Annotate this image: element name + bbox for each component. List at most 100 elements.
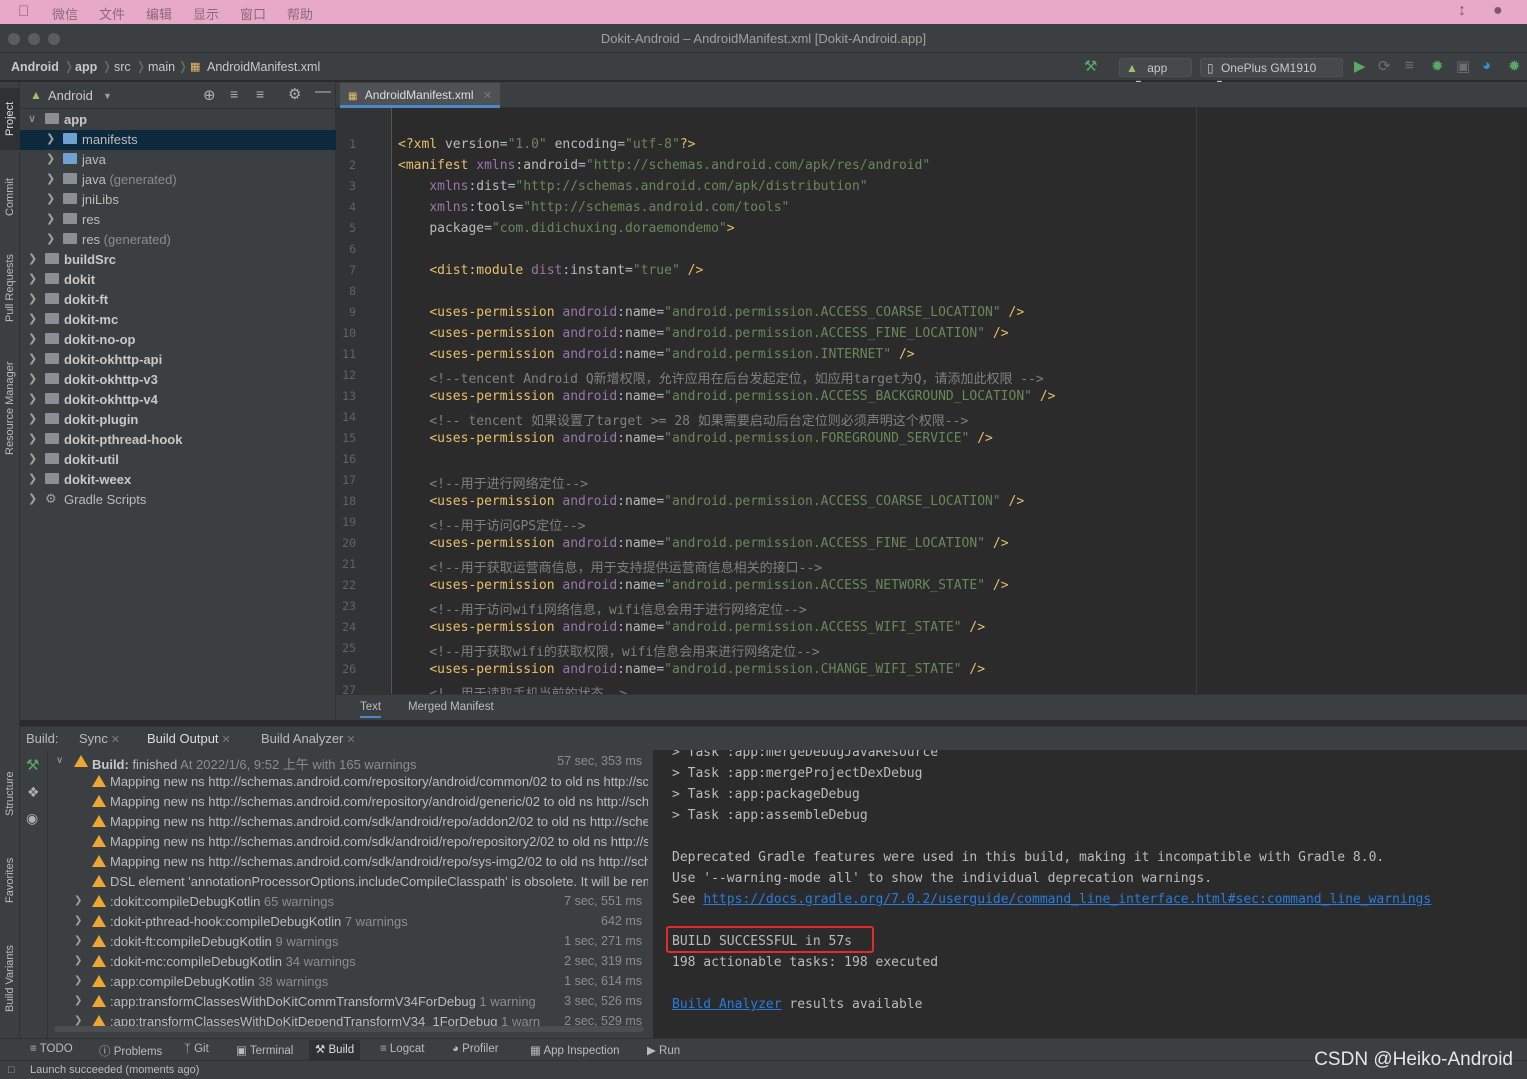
menu-file[interactable]: 文件: [99, 4, 125, 23]
chevron-right-icon[interactable]: ❯: [46, 152, 55, 165]
chevron-right-icon[interactable]: ❯: [74, 915, 82, 926]
chevron-right-icon[interactable]: ❯: [74, 955, 82, 966]
chevron-right-icon[interactable]: ❯: [28, 252, 37, 265]
build-warning-row[interactable]: DSL element 'annotationProcessorOptions.…: [48, 872, 648, 892]
tree-item[interactable]: ❯ res: [20, 210, 336, 230]
debug-icon[interactable]: ✹: [1431, 57, 1444, 75]
chevron-right-icon[interactable]: ❯: [28, 472, 37, 485]
menu-view[interactable]: 显示: [193, 4, 219, 23]
chevron-right-icon[interactable]: ❯: [28, 312, 37, 325]
updown-icon[interactable]: ↕: [1458, 2, 1466, 20]
gear-icon[interactable]: ⚙: [288, 85, 301, 103]
attach-debugger-icon[interactable]: ▣: [1456, 57, 1470, 75]
build-task-row[interactable]: ❯:app:transformClassesWithDoKitCommTrans…: [48, 992, 648, 1012]
tool-tab-structure[interactable]: Structure: [0, 754, 20, 834]
tree-item[interactable]: ❯ res (generated): [20, 230, 336, 250]
menu-edit[interactable]: 编辑: [146, 4, 172, 23]
tab-merged-manifest[interactable]: Merged Manifest: [408, 701, 494, 713]
tree-item[interactable]: ❯ dokit-okhttp-v4: [20, 390, 336, 410]
tree-item[interactable]: ❯ dokit-okhttp-api: [20, 350, 336, 370]
tree-item[interactable]: ❯ dokit-okhttp-v3: [20, 370, 336, 390]
gradle-docs-link[interactable]: https://docs.gradle.org/7.0.2/userguide/…: [703, 892, 1431, 907]
build-warning-row[interactable]: Mapping new ns http://schemas.android.co…: [48, 852, 648, 872]
status-toggle-icon[interactable]: □: [8, 1064, 15, 1076]
chevron-down-icon[interactable]: ▼: [103, 91, 112, 101]
chevron-right-icon[interactable]: ❯: [46, 232, 55, 245]
tool-tab-project[interactable]: Project: [0, 88, 20, 150]
chevron-right-icon[interactable]: ❯: [46, 132, 55, 145]
build-warning-row[interactable]: Mapping new ns http://schemas.android.co…: [48, 812, 648, 832]
tree-item[interactable]: ❯ jniLibs: [20, 190, 336, 210]
tool-tab-resource-manager[interactable]: Resource Manager: [0, 344, 20, 472]
chevron-right-icon[interactable]: ❯: [28, 492, 37, 505]
build-task-row[interactable]: ❯:dokit-ft:compileDebugKotlin 9 warnings…: [48, 932, 648, 952]
tool-tab-commit[interactable]: Commit: [0, 162, 20, 232]
chevron-right-icon[interactable]: ❯: [74, 1015, 82, 1026]
run-config-select[interactable]: ▲ app ▼: [1119, 58, 1192, 88]
tool-app-inspection[interactable]: ▦ App Inspection: [530, 1043, 620, 1057]
tab-androidmanifest[interactable]: ▦ AndroidManifest.xml ✕: [340, 83, 501, 108]
tool-todo[interactable]: ≡ TODO: [30, 1043, 73, 1055]
tree-item[interactable]: ❯ dokit: [20, 270, 336, 290]
tool-terminal[interactable]: ▣ Terminal: [236, 1043, 293, 1057]
build-task-row[interactable]: ❯:app:compileDebugKotlin 38 warnings 1 se…: [48, 972, 648, 992]
tool-build[interactable]: ⚒ Build: [309, 1040, 361, 1060]
tree-item[interactable]: ❯ ⚙ Gradle Scripts: [20, 490, 336, 510]
tool-tab-pull-requests[interactable]: Pull Requests: [0, 240, 20, 336]
pin-icon[interactable]: ❖: [27, 784, 40, 801]
tree-item[interactable]: ❯ dokit-util: [20, 450, 336, 470]
apply-changes-icon[interactable]: ⟳: [1378, 57, 1391, 75]
chevron-right-icon[interactable]: ❯: [28, 272, 37, 285]
build-task-row[interactable]: ❯:dokit-pthread-hook:compileDebugKotlin …: [48, 912, 648, 932]
tool-tab-build-variants[interactable]: Build Variants: [0, 928, 20, 1028]
chevron-right-icon[interactable]: ❯: [28, 432, 37, 445]
tree-item[interactable]: ❯ dokit-weex: [20, 470, 336, 490]
tree-item[interactable]: ❯ buildSrc: [20, 250, 336, 270]
breadcrumb-src[interactable]: src: [114, 60, 131, 74]
menu-window[interactable]: 窗口: [240, 4, 266, 23]
eye-icon[interactable]: ◉: [26, 810, 38, 827]
build-task-row[interactable]: ❯:dokit:compileDebugKotlin 65 warnings 7 …: [48, 892, 648, 912]
make-project-hammer-icon[interactable]: ⚒: [1084, 57, 1097, 75]
chevron-right-icon[interactable]: ❯: [46, 212, 55, 225]
tool-git[interactable]: ᛉ Git: [184, 1043, 209, 1055]
chevron-right-icon[interactable]: ❯: [74, 995, 82, 1006]
menu-help[interactable]: 帮助: [287, 4, 313, 23]
chevron-right-icon[interactable]: ❯: [46, 172, 55, 185]
build-warning-row[interactable]: Mapping new ns http://schemas.android.co…: [48, 832, 648, 852]
chevron-right-icon[interactable]: ❯: [28, 452, 37, 465]
expand-all-icon[interactable]: ≡: [230, 86, 238, 102]
sync-icon[interactable]: ✹: [1508, 57, 1521, 75]
tree-item[interactable]: ❯ dokit-no-op: [20, 330, 336, 350]
apply-code-changes-icon[interactable]: ≡: [1405, 57, 1414, 74]
device-select[interactable]: ▯ OnePlus GM1910 ▼: [1200, 58, 1343, 88]
breadcrumb-main[interactable]: main: [148, 60, 175, 74]
tab-build-analyzer[interactable]: Build Analyzer ✕: [261, 731, 356, 746]
menu-wechat[interactable]: 微信: [52, 4, 78, 23]
apple-icon[interactable]: : [18, 3, 29, 20]
tab-build-output[interactable]: Build Output ✕: [147, 731, 231, 746]
chevron-right-icon[interactable]: ❯: [28, 292, 37, 305]
tool-profiler[interactable]: ◕ Profiler: [452, 1043, 499, 1055]
build-warning-row[interactable]: Mapping new ns http://schemas.android.co…: [48, 792, 648, 812]
chevron-right-icon[interactable]: ❯: [46, 192, 55, 205]
run-icon[interactable]: ▶: [1354, 57, 1366, 75]
chevron-right-icon[interactable]: ❯: [74, 975, 82, 986]
tree-item[interactable]: ❯ manifests: [20, 130, 336, 150]
tab-sync[interactable]: Sync ✕: [79, 731, 120, 746]
tool-run[interactable]: ▶ Run: [647, 1043, 680, 1057]
tree-item[interactable]: ❯ java: [20, 150, 336, 170]
tool-tab-favorites[interactable]: Favorites: [0, 844, 20, 916]
chevron-right-icon[interactable]: ❯: [28, 332, 37, 345]
build-task-row[interactable]: ❯:dokit-mc:compileDebugKotlin 34 warning…: [48, 952, 648, 972]
rebuild-hammer-icon[interactable]: ⚒: [26, 756, 39, 774]
tab-text[interactable]: Text: [360, 701, 382, 718]
locate-icon[interactable]: ⊕: [203, 86, 216, 104]
chevron-right-icon[interactable]: ❯: [28, 392, 37, 405]
profile-icon[interactable]: ◕: [1482, 57, 1491, 74]
chevron-down-icon[interactable]: ∨: [28, 112, 36, 125]
breadcrumb-android[interactable]: Android: [11, 60, 59, 74]
wechat-tray-icon[interactable]: ●: [1493, 2, 1503, 20]
chevron-right-icon[interactable]: ❯: [28, 352, 37, 365]
chevron-right-icon[interactable]: ❯: [28, 412, 37, 425]
